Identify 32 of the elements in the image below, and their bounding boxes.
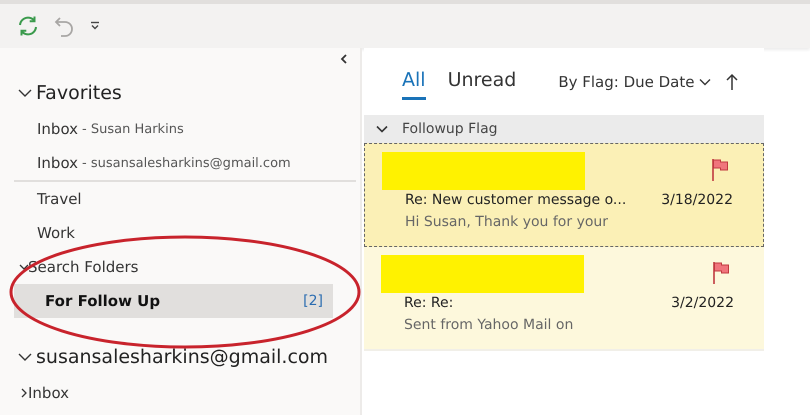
message-date: 3/18/2022	[661, 192, 733, 208]
filter-tab[interactable]: All	[402, 63, 426, 100]
message-preview: Hi Susan, Thank you for your	[405, 214, 610, 230]
sort-direction-icon[interactable]	[726, 72, 738, 90]
filter-tab[interactable]: Unread	[448, 63, 516, 100]
message-item[interactable]: Re: New customer message o... 3/18/2022 Hi Susan, Thank you for your	[364, 143, 764, 247]
folder-item[interactable]: Inbox	[0, 376, 332, 410]
chevron-icon[interactable]	[19, 262, 29, 272]
message-subject: Re: New customer message o...	[405, 192, 626, 208]
folder-item[interactable]: Inbox - Susan Harkins	[0, 112, 332, 146]
message-preview: Sent from Yahoo Mail on	[404, 317, 574, 333]
collapse-icon[interactable]	[340, 54, 348, 64]
chevron-icon	[699, 78, 712, 86]
folder-item[interactable]: Work	[0, 216, 332, 250]
folder-item[interactable]: Inbox - susansalesharkins@gmail.com	[0, 146, 332, 180]
chevron-icon[interactable]	[19, 388, 29, 398]
unread-count: [2]	[303, 293, 323, 309]
message-subject: Re: Re:	[404, 295, 454, 311]
folder-item[interactable]: For Follow Up [2]	[14, 284, 333, 318]
chevron-icon[interactable]	[18, 88, 32, 98]
message-date: 3/2/2022	[671, 295, 734, 311]
group-header[interactable]: Followup Flag	[364, 115, 764, 143]
message-item[interactable]: Re: Re: 3/2/2022 Sent from Yahoo Mail on	[364, 247, 764, 351]
folder-item[interactable]: Search Folders	[0, 250, 332, 284]
flag-icon[interactable]	[712, 261, 730, 285]
sort-dropdown[interactable]: By Flag: Due Date	[558, 72, 712, 90]
folder-item[interactable]: Travel	[0, 182, 332, 216]
account-header[interactable]: susansalesharkins@gmail.com	[0, 338, 360, 376]
account-header[interactable]: Favorites	[0, 74, 360, 112]
chevron-icon[interactable]	[18, 352, 32, 362]
chevron-icon	[376, 125, 388, 133]
flag-icon[interactable]	[711, 158, 729, 182]
